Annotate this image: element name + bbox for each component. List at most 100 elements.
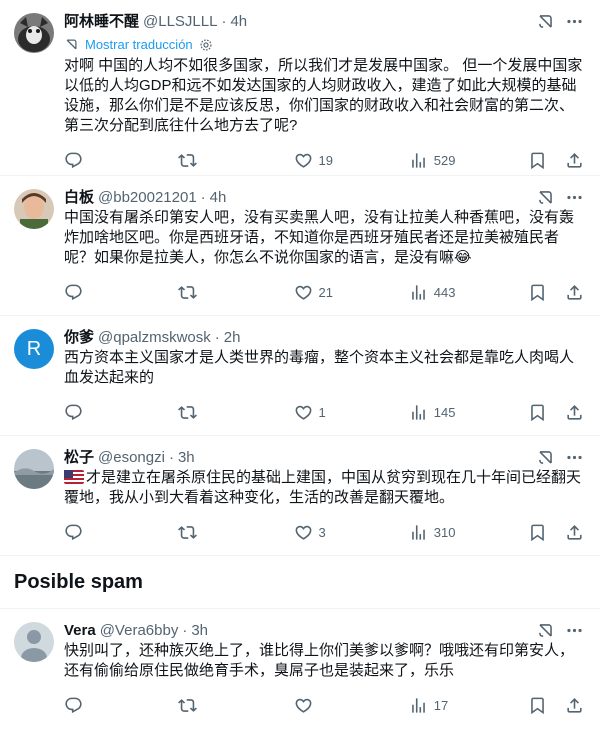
retweet-icon xyxy=(178,403,197,422)
share-icon xyxy=(565,283,584,302)
like-icon xyxy=(294,403,313,422)
view-count: 443 xyxy=(433,284,456,300)
grok-icon[interactable] xyxy=(536,448,555,467)
retweet-button[interactable] xyxy=(178,283,293,302)
timestamp[interactable]: 3h xyxy=(191,621,208,641)
more-icon[interactable] xyxy=(565,448,584,467)
translate-link[interactable]: Mostrar traducción xyxy=(64,35,584,54)
grok-icon[interactable] xyxy=(536,12,555,31)
tweet[interactable]: 阿林睡不醒 @LLSJLLL · 4h Mostrar traducción 对… xyxy=(0,0,600,176)
reply-button[interactable] xyxy=(64,523,178,542)
action-bar: 17 xyxy=(64,685,584,725)
retweet-button[interactable] xyxy=(178,523,293,542)
retweet-button[interactable] xyxy=(178,696,293,715)
tweet-text: 西方资本主义国家才是人类世界的毒瘤，整个资本主义社会都是靠吃人肉喝人血发达起来的 xyxy=(64,349,575,386)
tweet-text-container: 才是建立在屠杀原住民的基础上建国，中国从贫穷到现在几十年间已经翻天覆地，我从小到… xyxy=(64,468,584,508)
tweet[interactable]: 松子 @esongzi · 3h 才是建立在屠杀原住民的基础上建国，中国从贫穷到… xyxy=(0,436,600,556)
reply-icon xyxy=(64,283,83,302)
share-icon xyxy=(565,403,584,422)
share-button[interactable] xyxy=(565,523,584,542)
avatar[interactable] xyxy=(14,622,54,662)
username[interactable]: @LLSJLLL xyxy=(143,12,217,32)
reply-icon xyxy=(64,151,83,170)
tweet-text: 快别叫了，还种族灭绝上了，谁比得上你们美爹以爹啊？哦哦还有印第安人，还有偷偷给原… xyxy=(64,642,575,679)
action-bar: 1 145 xyxy=(64,392,584,432)
retweet-button[interactable] xyxy=(178,403,293,422)
avatar-letter: R xyxy=(26,337,42,360)
tweet-text: 才是建立在屠杀原住民的基础上建国，中国从贫穷到现在几十年间已经翻天覆地，我从小到… xyxy=(64,469,582,506)
grok-icon[interactable] xyxy=(536,188,555,207)
view-count: 529 xyxy=(433,152,456,168)
avatar[interactable] xyxy=(14,449,54,489)
views-button[interactable]: 145 xyxy=(409,403,526,422)
bookmark-button[interactable] xyxy=(528,283,547,302)
share-button[interactable] xyxy=(565,283,584,302)
share-button[interactable] xyxy=(565,696,584,715)
reply-icon xyxy=(64,696,83,715)
tweet-text: 对啊 中国的人均不如很多国家，所以我们才是发展中国家。 但一个发展中国家以低的人… xyxy=(64,57,583,134)
grok-icon[interactable] xyxy=(536,621,555,640)
share-icon xyxy=(565,151,584,170)
display-name[interactable]: 阿林睡不醒 xyxy=(64,12,139,32)
username[interactable]: @qpalzmskwosk xyxy=(98,328,211,348)
avatar[interactable] xyxy=(14,189,54,229)
reply-button[interactable] xyxy=(64,403,178,422)
bookmark-icon xyxy=(528,696,547,715)
tweet[interactable]: R 你爹 @qpalzmskwosk · 2h 西方资本主义国家才是人类世界的毒… xyxy=(0,316,600,436)
retweet-icon xyxy=(178,523,197,542)
like-button[interactable]: 3 xyxy=(294,523,409,542)
reply-button[interactable] xyxy=(64,283,178,302)
views-icon xyxy=(409,696,428,715)
reply-button[interactable] xyxy=(64,696,178,715)
like-count: 1 xyxy=(318,404,326,420)
timestamp[interactable]: 3h xyxy=(178,448,195,468)
separator-dot: · xyxy=(214,329,220,346)
bookmark-button[interactable] xyxy=(528,523,547,542)
gear-icon[interactable] xyxy=(199,38,213,52)
views-icon xyxy=(409,283,428,302)
display-name[interactable]: Vera xyxy=(64,621,96,641)
avatar[interactable] xyxy=(14,13,54,53)
tweet[interactable]: 白板 @bb20021201 · 4h 中国没有屠杀印第安人吧，没有买卖黑人吧，… xyxy=(0,176,600,316)
display-name[interactable]: 白板 xyxy=(64,188,94,208)
like-button[interactable]: 19 xyxy=(294,151,409,170)
retweet-button[interactable] xyxy=(178,151,293,170)
username[interactable]: @esongzi xyxy=(98,448,165,468)
like-count: 21 xyxy=(318,284,333,300)
tweet[interactable]: Vera @Vera6bby · 3h 快别叫了，还种族灭绝上了，谁比得上你们美… xyxy=(0,609,600,729)
reply-icon xyxy=(64,523,83,542)
timestamp[interactable]: 2h xyxy=(224,328,241,348)
more-icon[interactable] xyxy=(565,188,584,207)
more-icon[interactable] xyxy=(565,12,584,31)
action-bar: 19 529 xyxy=(64,140,584,180)
separator-dot: · xyxy=(182,622,188,639)
share-icon xyxy=(565,696,584,715)
display-name[interactable]: 你爹 xyxy=(64,328,94,348)
share-icon xyxy=(565,523,584,542)
translate-label[interactable]: Mostrar traducción xyxy=(85,37,193,52)
like-button[interactable]: 21 xyxy=(294,283,409,302)
reply-button[interactable] xyxy=(64,151,178,170)
username[interactable]: @Vera6bby xyxy=(100,621,179,641)
views-icon xyxy=(409,151,428,170)
bookmark-button[interactable] xyxy=(528,151,547,170)
view-count: 145 xyxy=(433,404,456,420)
username[interactable]: @bb20021201 xyxy=(98,188,197,208)
views-button[interactable]: 529 xyxy=(409,151,526,170)
bookmark-button[interactable] xyxy=(528,696,547,715)
like-button[interactable] xyxy=(294,696,409,715)
like-button[interactable]: 1 xyxy=(294,403,409,422)
bookmark-button[interactable] xyxy=(528,403,547,422)
share-button[interactable] xyxy=(565,151,584,170)
retweet-icon xyxy=(178,283,197,302)
timestamp[interactable]: 4h xyxy=(230,12,247,32)
views-button[interactable]: 443 xyxy=(409,283,526,302)
timestamp[interactable]: 4h xyxy=(210,188,227,208)
avatar[interactable]: R xyxy=(14,329,54,369)
more-icon[interactable] xyxy=(565,621,584,640)
views-icon xyxy=(409,523,428,542)
share-button[interactable] xyxy=(565,403,584,422)
display-name[interactable]: 松子 xyxy=(64,448,94,468)
views-button[interactable]: 310 xyxy=(409,523,526,542)
views-button[interactable]: 17 xyxy=(409,696,526,715)
